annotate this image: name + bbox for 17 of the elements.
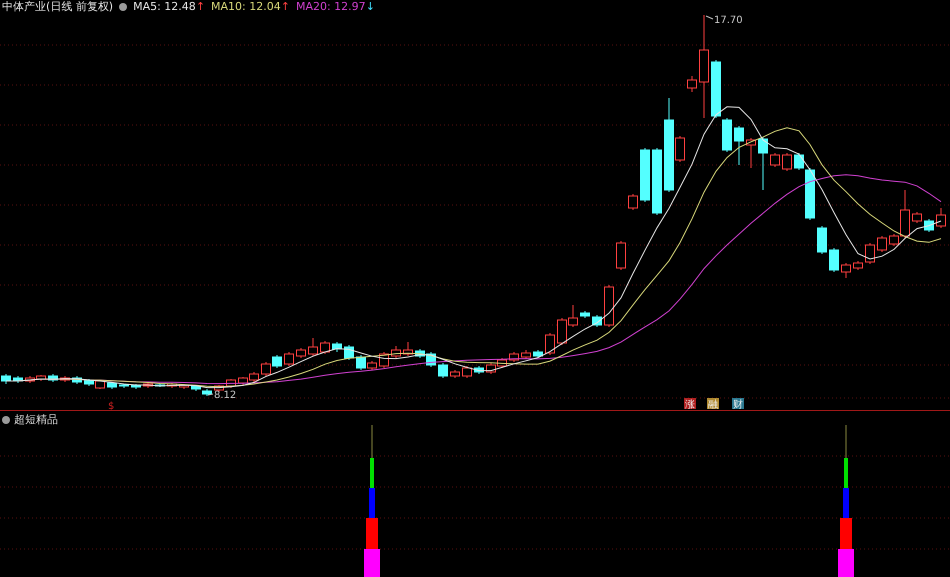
trend-arrow: ↓ <box>366 0 375 13</box>
leader-line <box>208 394 214 396</box>
chart-title: 中体产业(日线 前复权) <box>2 0 114 13</box>
moving-average-label: MA10: 12.04 <box>211 0 281 13</box>
high-price-label: 17.70 <box>714 15 743 26</box>
event-tag[interactable]: 涨 <box>684 398 696 410</box>
circle-icon[interactable] <box>119 2 128 10</box>
leader-line <box>706 16 714 20</box>
trend-arrow: ↑ <box>280 0 290 13</box>
circle-icon[interactable] <box>2 416 10 424</box>
moving-average-label: MA5: 12.48 <box>133 0 196 13</box>
indicator-title: 超短精品 <box>14 412 58 427</box>
moving-average-label: MA20: 12.97 <box>296 0 366 13</box>
low-price-label: 8.12 <box>214 390 236 401</box>
event-tag[interactable]: 财 <box>732 398 744 410</box>
trend-arrow: ↑ <box>196 0 206 13</box>
event-tag[interactable]: 融 <box>707 398 719 410</box>
